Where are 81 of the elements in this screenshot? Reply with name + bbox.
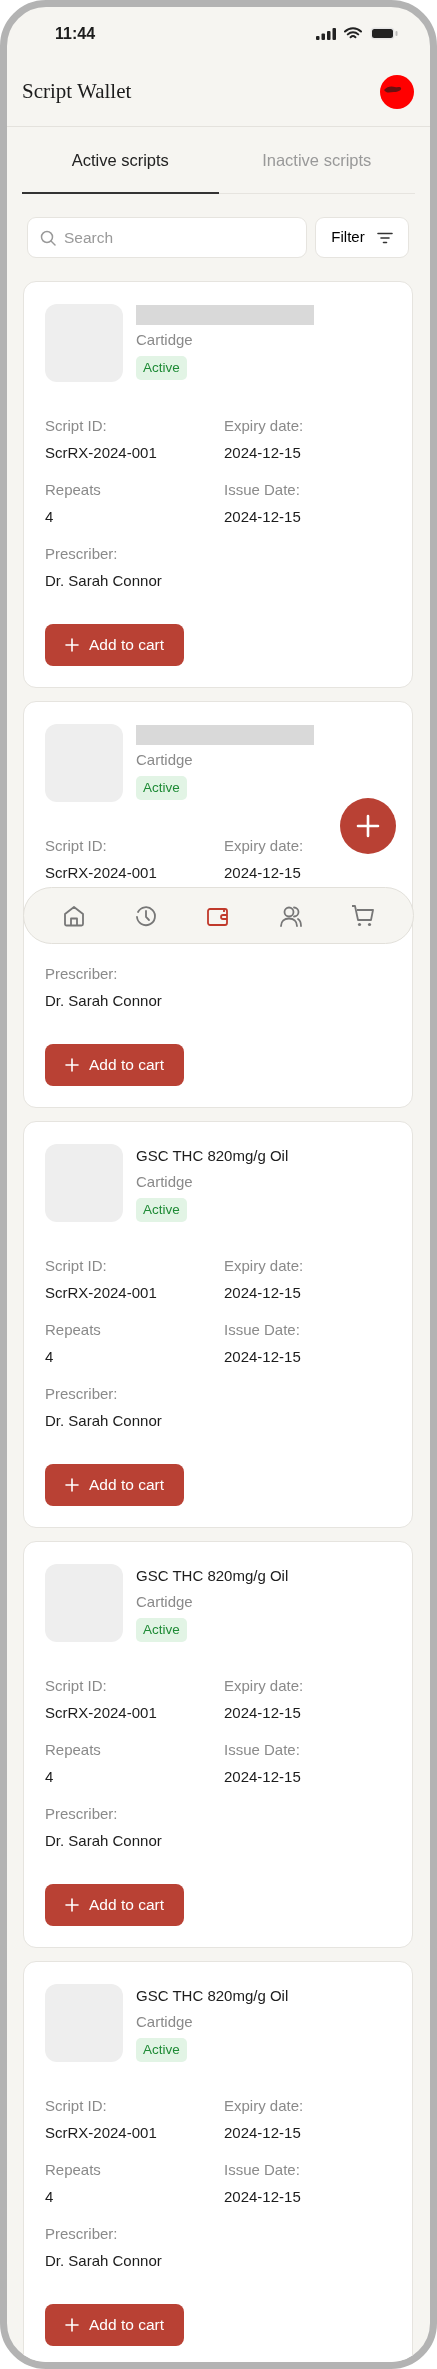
field-value: Dr. Sarah Connor	[45, 991, 163, 1011]
field-label: Issue Date:	[224, 1320, 301, 1340]
field-value: 2024-12-15	[224, 443, 302, 463]
status-badge: Active	[136, 1618, 187, 1642]
add-to-cart-button[interactable]: Add to cart	[45, 1044, 184, 1086]
product-type: Cartidge	[136, 1172, 194, 1192]
battery-icon	[370, 27, 398, 40]
field-value: Dr. Sarah Connor	[45, 1831, 163, 1851]
field-label: Script ID:	[45, 2096, 108, 2116]
status-badge: Active	[136, 2038, 187, 2062]
field-label: Repeats	[45, 2160, 102, 2180]
field-value: ScrRX-2024-001	[45, 863, 158, 883]
field-label: Prescriber:	[45, 964, 119, 984]
cart-icon[interactable]	[349, 902, 376, 929]
plus-icon	[65, 2318, 79, 2332]
field-label: Script ID:	[45, 1676, 108, 1696]
field-value: 2024-12-15	[224, 2187, 302, 2207]
plus-icon	[65, 638, 79, 652]
field-label: Prescriber:	[45, 544, 119, 564]
product-name: GSC THC 820mg/g Oil	[136, 1986, 289, 2006]
product-type: Cartidge	[136, 750, 194, 770]
field-label: Script ID:	[45, 836, 108, 856]
field-value: 4	[45, 1347, 55, 1367]
avatar-icon[interactable]	[380, 75, 414, 109]
add-to-cart-button[interactable]: Add to cart	[45, 2304, 184, 2346]
field-label: Prescriber:	[45, 2224, 119, 2244]
field-label: Expiry date:	[224, 836, 305, 856]
status-time: 11:44	[55, 23, 96, 44]
field-label: Expiry date:	[224, 2096, 305, 2116]
add-to-cart-button[interactable]: Add to cart	[45, 1884, 184, 1926]
field-label: Repeats	[45, 1740, 102, 1760]
field-value: 4	[45, 2187, 55, 2207]
field-value: ScrRX-2024-001	[45, 443, 158, 463]
field-value: 4	[45, 1767, 55, 1787]
field-value: 2024-12-15	[224, 1767, 302, 1787]
wifi-icon	[344, 27, 362, 40]
add-to-cart-button[interactable]: Add to cart	[45, 1464, 184, 1506]
field-value: Dr. Sarah Connor	[45, 571, 163, 591]
field-value: Dr. Sarah Connor	[45, 1411, 163, 1431]
app-title: Script Wallet	[22, 78, 132, 106]
field-label: Expiry date:	[224, 1676, 305, 1696]
field-value: 2024-12-15	[224, 1283, 302, 1303]
filter-button[interactable]: Filter	[315, 217, 409, 258]
field-label: Prescriber:	[45, 1384, 119, 1404]
field-label: Repeats	[45, 480, 102, 500]
field-label: Prescriber:	[45, 1804, 119, 1824]
product-type: Cartidge	[136, 330, 194, 350]
tab[interactable]: Active scripts	[22, 127, 219, 194]
field-value: ScrRX-2024-001	[45, 1283, 158, 1303]
field-label: Issue Date:	[224, 2160, 301, 2180]
field-label: Issue Date:	[224, 1740, 301, 1760]
field-label: Issue Date:	[224, 480, 301, 500]
field-label: Expiry date:	[224, 1256, 305, 1276]
plus-icon	[356, 814, 380, 838]
field-value: 4	[45, 507, 55, 527]
status-badge: Active	[136, 776, 187, 800]
status-badge: Active	[136, 1198, 187, 1222]
product-name: GSC THC 820mg/g Oil	[136, 1566, 289, 1586]
field-value: Dr. Sarah Connor	[45, 2251, 163, 2271]
status-badge: Active	[136, 356, 187, 380]
product-type: Cartidge	[136, 2012, 194, 2032]
product-type: Cartidge	[136, 1592, 194, 1612]
field-value: 2024-12-15	[224, 507, 302, 527]
product-name: GSC THC 820mg/g Oil	[136, 1146, 289, 1166]
field-label: Repeats	[45, 1320, 102, 1340]
add-to-cart-button[interactable]: Add to cart	[45, 624, 184, 666]
field-label: Script ID:	[45, 416, 108, 436]
field-label: Expiry date:	[224, 416, 305, 436]
field-value: 2024-12-15	[224, 863, 302, 883]
plus-icon	[65, 1478, 79, 1492]
field-value: 2024-12-15	[224, 1347, 302, 1367]
plus-icon	[65, 1898, 79, 1912]
field-value: ScrRX-2024-001	[45, 2123, 158, 2143]
field-value: ScrRX-2024-001	[45, 1703, 158, 1723]
field-value: 2024-12-15	[224, 1703, 302, 1723]
filter-icon	[376, 231, 393, 244]
plus-icon	[65, 1058, 79, 1072]
field-value: 2024-12-15	[224, 2123, 302, 2143]
search-field[interactable]: Search	[27, 217, 307, 258]
signal-icon	[316, 27, 336, 40]
field-label: Script ID:	[45, 1256, 108, 1276]
